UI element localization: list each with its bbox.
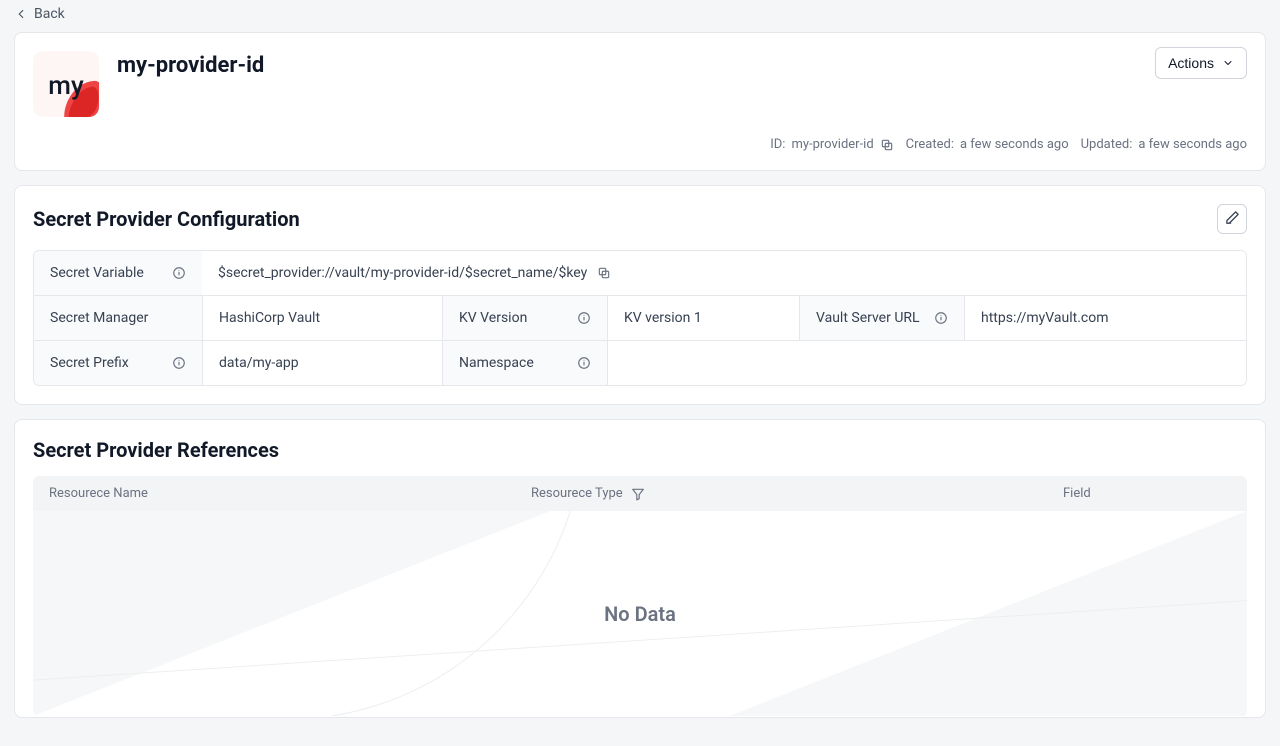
config-card: Secret Provider Configuration Secret Var… bbox=[14, 185, 1266, 405]
kv-version-value: KV version 1 bbox=[624, 310, 702, 326]
references-section-title: Secret Provider References bbox=[33, 438, 279, 462]
secret-prefix-label: Secret Prefix bbox=[50, 355, 129, 371]
edit-config-button[interactable] bbox=[1217, 204, 1247, 234]
copy-id-icon[interactable] bbox=[880, 138, 894, 152]
info-icon[interactable] bbox=[934, 311, 948, 325]
namespace-label: Namespace bbox=[459, 355, 534, 371]
secret-manager-value: HashiCorp Vault bbox=[219, 310, 320, 326]
references-empty-state: No Data bbox=[33, 511, 1247, 717]
column-resource-name[interactable]: Resourece Name bbox=[49, 486, 519, 501]
chevron-down-icon bbox=[1222, 57, 1234, 69]
chevron-left-icon bbox=[14, 7, 28, 21]
created-value: a few seconds ago bbox=[960, 137, 1069, 152]
page-title: my-provider-id bbox=[117, 53, 264, 78]
actions-label: Actions bbox=[1168, 55, 1214, 71]
column-field[interactable]: Field bbox=[1063, 486, 1231, 501]
pencil-icon bbox=[1225, 210, 1240, 229]
references-table-header: Resourece Name Resourece Type Field bbox=[33, 476, 1247, 511]
references-card: Secret Provider References Resourece Nam… bbox=[14, 419, 1266, 718]
id-label: ID: bbox=[770, 137, 785, 152]
vault-url-value: https://myVault.com bbox=[981, 310, 1108, 326]
secret-variable-value: $secret_provider://vault/my-provider-id/… bbox=[218, 265, 587, 281]
copy-secret-variable-icon[interactable] bbox=[597, 266, 611, 280]
created-label: Created: bbox=[906, 137, 954, 152]
back-label: Back bbox=[34, 6, 65, 22]
info-icon[interactable] bbox=[577, 356, 591, 370]
header-meta: ID: my-provider-id Created: a few second… bbox=[33, 137, 1247, 152]
secret-prefix-value: data/my-app bbox=[219, 355, 299, 371]
info-icon[interactable] bbox=[172, 356, 186, 370]
header-card: my my-provider-id Actions ID: my-provide… bbox=[14, 32, 1266, 171]
info-icon[interactable] bbox=[577, 311, 591, 325]
kv-version-label: KV Version bbox=[459, 310, 527, 326]
secret-variable-label: Secret Variable bbox=[50, 265, 144, 281]
updated-label: Updated: bbox=[1081, 137, 1133, 152]
config-section-title: Secret Provider Configuration bbox=[33, 207, 300, 231]
secret-manager-label: Secret Manager bbox=[50, 310, 148, 326]
column-resource-type[interactable]: Resourece Type bbox=[531, 486, 623, 501]
updated-value: a few seconds ago bbox=[1138, 137, 1247, 152]
vault-url-label: Vault Server URL bbox=[816, 310, 920, 326]
back-link[interactable]: Back bbox=[14, 6, 65, 22]
info-icon[interactable] bbox=[172, 266, 186, 280]
filter-icon[interactable] bbox=[631, 487, 645, 501]
config-table: Secret Variable $secret_provider://vault… bbox=[33, 250, 1247, 386]
provider-logo: my bbox=[33, 51, 99, 117]
no-data-text: No Data bbox=[604, 602, 676, 626]
provider-logo-text: my bbox=[48, 71, 83, 101]
id-value: my-provider-id bbox=[791, 137, 873, 152]
actions-button[interactable]: Actions bbox=[1155, 47, 1247, 79]
